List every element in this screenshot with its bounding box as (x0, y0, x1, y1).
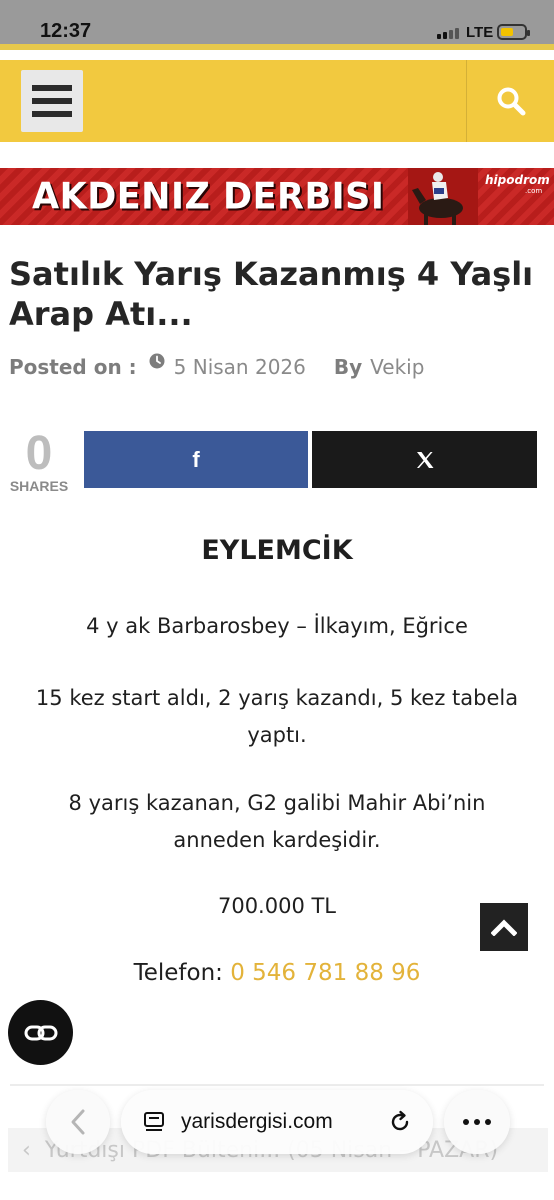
chevron-left-icon: ‹ (22, 1137, 31, 1163)
more-options-button[interactable] (444, 1090, 510, 1154)
status-bar: 12:37 LTE (0, 0, 554, 44)
relation-text: 8 yarış kazanan, G2 galibi Mahir Abi’nin… (68, 791, 486, 852)
record-text: 15 kez start aldı, 2 yarış kazandı, 5 ke… (35, 686, 519, 747)
browser-back-button[interactable] (46, 1090, 110, 1154)
phone-line: Telefon: 0 546 781 88 96 (0, 960, 554, 986)
facebook-icon: f (192, 446, 200, 472)
share-count: 0 (25, 427, 53, 480)
x-icon (416, 451, 433, 468)
reload-icon[interactable] (388, 1110, 412, 1134)
battery-icon (497, 24, 530, 40)
separator (10, 1084, 544, 1086)
url-text: yarisdergisi.com (181, 1110, 333, 1133)
banner-brand-sub: .com (525, 187, 543, 195)
hamburger-menu-icon[interactable] (21, 70, 83, 132)
clock-icon (149, 353, 165, 369)
search-button[interactable] (467, 60, 554, 142)
search-icon (497, 87, 525, 116)
chevron-up-icon (491, 919, 517, 936)
ad-banner[interactable]: AKDENIZ DERBISI hipodrom .com (0, 168, 554, 225)
phone-number-link[interactable]: 0 546 781 88 96 (230, 960, 420, 986)
scroll-to-top-button[interactable] (480, 903, 528, 951)
posted-label: Posted on : (9, 355, 137, 379)
banner-title: AKDENIZ DERBISI (32, 176, 385, 218)
address-bar[interactable]: yarisdergisi.com (121, 1090, 433, 1154)
price-text: 700.000 TL (217, 894, 337, 918)
post-date: 5 Nisan 2026 (173, 355, 306, 379)
facebook-share-button[interactable]: f (84, 431, 308, 488)
article-title: Satılık Yarış Kazanmış 4 Yaşlı Arap Atı.… (9, 255, 534, 333)
reader-mode-button[interactable] (8, 1000, 73, 1065)
ellipsis-icon (463, 1119, 469, 1125)
article-meta: Posted on : 5 Nisan 2026 By Vekip (9, 353, 424, 379)
banner-brand: hipodrom (485, 173, 550, 187)
horse-name: EYLEMCİK (201, 535, 353, 566)
pedigree-text: 4 y ak Barbarosbey – İlkayım, Eğrice (86, 614, 468, 638)
page-settings-icon (144, 1112, 164, 1131)
author-link[interactable]: Vekip (370, 355, 424, 379)
site-header (0, 60, 554, 142)
share-counter: 0 SHARES (6, 427, 72, 495)
by-label: By (333, 355, 363, 379)
status-time: 12:37 (40, 20, 92, 42)
phone-label: Telefon: (133, 960, 223, 986)
header-stripe (0, 44, 554, 50)
signal-icon (437, 28, 459, 39)
x-share-button[interactable] (312, 431, 537, 488)
chevron-left-icon (71, 1109, 85, 1135)
share-label: SHARES (9, 478, 69, 494)
link-icon (24, 1025, 57, 1040)
network-label: LTE (466, 24, 494, 41)
horse-rider-image (408, 168, 478, 225)
